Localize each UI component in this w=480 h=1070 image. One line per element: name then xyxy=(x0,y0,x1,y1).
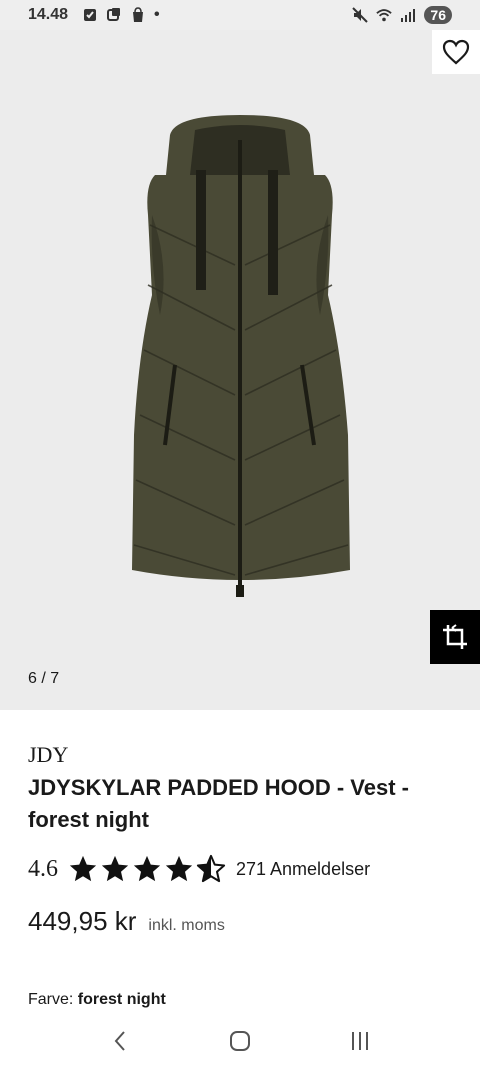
reviews-link[interactable]: 271 Anmeldelser xyxy=(236,859,370,880)
status-dot: • xyxy=(154,6,160,23)
product-info: JDY JDYSKYLAR PADDED HOOD - Vest - fores… xyxy=(0,710,480,1009)
wishlist-button[interactable] xyxy=(432,30,480,74)
back-button[interactable] xyxy=(100,1021,140,1061)
home-button[interactable] xyxy=(220,1021,260,1061)
vat-note: inkl. moms xyxy=(148,917,225,934)
star-icon xyxy=(101,855,129,882)
wifi-icon xyxy=(376,7,393,23)
color-value: forest night xyxy=(77,991,166,1008)
rating-value: 4.6 xyxy=(28,855,58,882)
status-right: 76 xyxy=(352,6,452,24)
mute-icon xyxy=(352,7,369,23)
brand-name[interactable]: JDY xyxy=(28,742,452,768)
image-crop-button[interactable] xyxy=(430,610,480,664)
battery-indicator: 76 xyxy=(424,6,452,24)
heart-icon xyxy=(442,39,470,65)
system-nav-bar xyxy=(0,1012,480,1070)
price-row: 449,95 kr inkl. moms xyxy=(28,906,452,937)
crop-icon xyxy=(443,624,467,649)
chevron-left-icon xyxy=(114,1031,125,1051)
star-icon xyxy=(133,855,161,882)
color-label: Farve: xyxy=(28,991,74,1008)
home-icon xyxy=(230,1031,250,1051)
recent-apps-icon xyxy=(352,1032,368,1050)
clip-notification-icon xyxy=(106,7,122,23)
product-gallery[interactable]: 6 / 7 xyxy=(0,30,480,710)
product-price: 449,95 kr xyxy=(28,906,137,936)
shopping-bag-notification-icon xyxy=(130,7,146,23)
status-time: 14.48 xyxy=(28,6,69,23)
signal-icon xyxy=(400,7,416,23)
recent-apps-button[interactable] xyxy=(340,1021,380,1061)
rating-row[interactable]: 4.6 271 Anmeldelser xyxy=(28,854,452,884)
color-row: Farve: forest night xyxy=(28,991,452,1009)
padded-vest-image[interactable] xyxy=(120,115,360,615)
gallery-page-indicator: 6 / 7 xyxy=(28,670,60,687)
star-rating xyxy=(68,854,226,884)
half-star-icon xyxy=(196,854,226,883)
status-bar: 14.48 • 76 xyxy=(0,0,480,30)
status-left: 14.48 • xyxy=(28,6,160,24)
checkbox-notification-icon xyxy=(82,7,98,23)
star-icon xyxy=(165,855,193,882)
product-title: JDYSKYLAR PADDED HOOD - Vest - forest ni… xyxy=(28,775,409,832)
star-icon xyxy=(69,855,97,882)
